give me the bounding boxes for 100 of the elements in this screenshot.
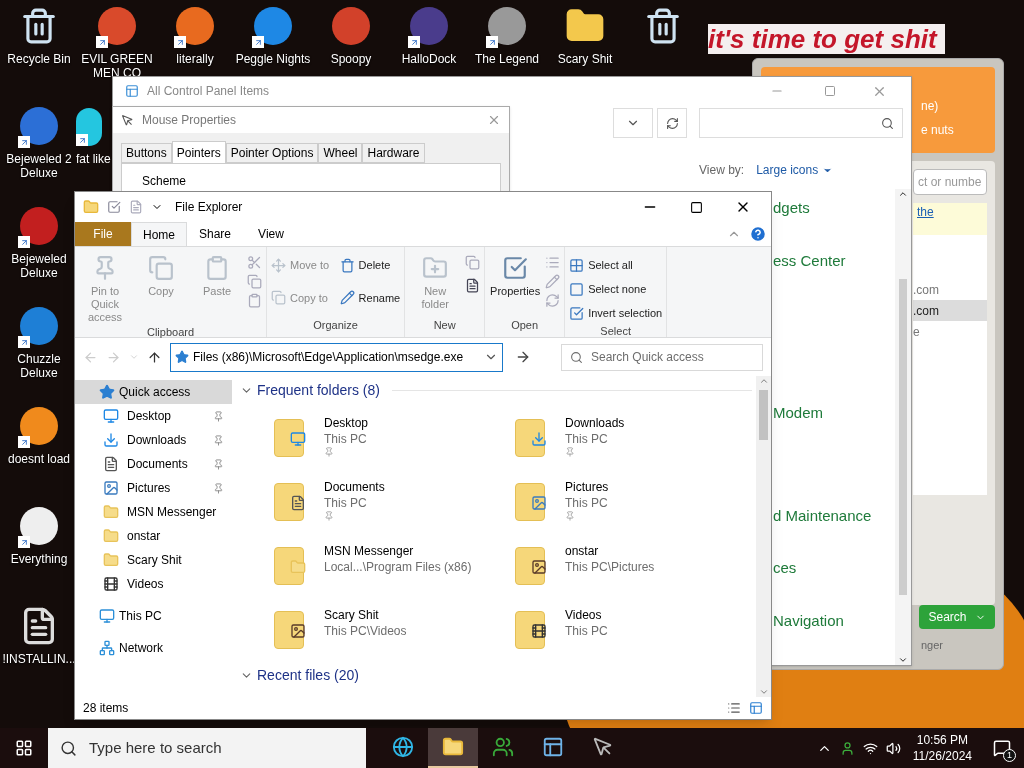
- dialog-tab[interactable]: Hardware: [362, 143, 425, 163]
- control-panel-link[interactable]: Modem: [773, 402, 895, 425]
- desktop-icon-label[interactable]: literally: [176, 52, 214, 66]
- section-header[interactable]: Recent files (20): [257, 665, 359, 686]
- dialog-tab[interactable]: Pointers: [171, 141, 226, 163]
- app-icon: [176, 7, 214, 45]
- ribbon-button[interactable]: Select none: [569, 279, 663, 299]
- scissors-icon[interactable]: [247, 255, 262, 270]
- up-icon[interactable]: [147, 349, 162, 365]
- app-icon: [254, 7, 292, 45]
- list-icon[interactable]: [545, 255, 561, 270]
- person-icon[interactable]: [839, 740, 855, 756]
- desktop-icon-label[interactable]: Spoopy: [330, 52, 372, 66]
- desktop-icon-label[interactable]: !INSTALLIN...: [2, 652, 76, 666]
- paste-shortcut-icon[interactable]: [247, 293, 262, 308]
- picture-icon: [103, 480, 119, 496]
- desktop-icon-label[interactable]: HalloDock: [401, 52, 457, 66]
- network-icon[interactable]: [862, 740, 878, 756]
- folder-tile[interactable]: Scary Shit This PC\Videos: [270, 607, 511, 651]
- desktop-icon-label[interactable]: Scary Shit: [557, 52, 613, 66]
- scroll-down-icon[interactable]: [898, 655, 908, 665]
- contact-item[interactable]: .com: [913, 279, 987, 300]
- nav-item[interactable]: Desktop: [75, 404, 232, 428]
- details-view-icon[interactable]: [727, 701, 741, 715]
- folder-tile[interactable]: MSN Messenger Local...\Program Files (x86): [270, 543, 511, 587]
- folder-tile[interactable]: Pictures This PC: [511, 479, 752, 523]
- clock[interactable]: 10:56 PM 11/26/2024: [904, 732, 980, 764]
- scrollbar-thumb[interactable]: [899, 279, 907, 595]
- desktop-icon-label[interactable]: Chuzzle Deluxe: [0, 352, 78, 380]
- ribbon-button[interactable]: Select all: [569, 255, 663, 275]
- scrollbar[interactable]: [895, 189, 911, 665]
- new-folder-icon[interactable]: [129, 200, 143, 214]
- dialog-tab[interactable]: Pointer Options: [225, 143, 319, 163]
- refresh-button[interactable]: [657, 108, 687, 138]
- nav-item[interactable]: Scary Shit: [75, 548, 232, 572]
- control-panel-link[interactable]: Navigation: [773, 609, 895, 632]
- ribbon-tab[interactable]: Share: [187, 222, 243, 246]
- large-icons-view-icon[interactable]: [749, 701, 763, 715]
- star-icon: [99, 384, 115, 400]
- folder-tile[interactable]: Downloads This PC: [511, 415, 752, 459]
- easy-access-icon[interactable]: [465, 278, 481, 293]
- desktop-icon-label[interactable]: Peggle Nights: [235, 52, 311, 66]
- nav-item[interactable]: onstar: [75, 524, 232, 548]
- desktop-icon-label[interactable]: doesnt load: [7, 452, 71, 466]
- nav-item[interactable]: Downloads: [75, 428, 232, 452]
- folder-tile[interactable]: Documents This PC: [270, 479, 511, 523]
- help-icon[interactable]: [749, 225, 767, 243]
- dialog-tab[interactable]: Wheel: [318, 143, 363, 163]
- pointer-icon: [121, 113, 134, 127]
- ribbon-tab[interactable]: File: [75, 222, 131, 246]
- scrollbar[interactable]: [756, 376, 771, 697]
- folder-icon: [442, 736, 464, 758]
- nav-item[interactable]: Pictures: [75, 476, 232, 500]
- control-panel-link[interactable]: dgets: [773, 197, 895, 220]
- folder-tile[interactable]: Videos This PC: [511, 607, 752, 651]
- search-field[interactable]: [699, 108, 903, 138]
- history-icon[interactable]: [545, 293, 561, 308]
- desktop-icon-label[interactable]: Recycle Bin: [7, 52, 71, 66]
- ribbon-tab[interactable]: Home: [131, 222, 187, 246]
- control-panel-link[interactable]: ess Center: [773, 249, 895, 272]
- maximize-icon[interactable]: [690, 200, 703, 214]
- go-icon[interactable]: [515, 349, 531, 365]
- ribbon-button[interactable]: Rename: [339, 287, 401, 308]
- control-panel-link[interactable]: ces: [773, 557, 895, 580]
- address-field[interactable]: Files (x86)\Microsoft\Edge\Application\msedge.exe: [170, 342, 503, 372]
- ribbon-button[interactable]: Properties: [489, 251, 542, 317]
- scroll-up-icon[interactable]: [898, 189, 908, 199]
- new-item-icon[interactable]: [465, 255, 481, 270]
- notifications-button[interactable]: 1: [980, 728, 1024, 768]
- desktop-icon-label[interactable]: The Legend: [474, 52, 540, 66]
- copy-path-icon[interactable]: [247, 274, 262, 289]
- desktop-icon-label[interactable]: fat like: [76, 152, 111, 166]
- nav-item[interactable]: Documents: [75, 452, 232, 476]
- nav-item[interactable]: Quick access: [75, 380, 232, 404]
- edit-icon[interactable]: [545, 274, 561, 289]
- star-icon: [175, 350, 189, 364]
- properties-icon[interactable]: [107, 200, 121, 214]
- folder-tile[interactable]: Desktop This PC: [270, 415, 511, 459]
- ribbon-button[interactable]: Delete: [339, 255, 401, 275]
- contact-item[interactable]: .com: [913, 300, 987, 321]
- ribbon-tab[interactable]: View: [243, 222, 299, 246]
- nav-item[interactable]: This PC: [75, 604, 232, 628]
- view-by-dropdown[interactable]: Large icons: [756, 161, 834, 179]
- desktop-icon-label[interactable]: Bejeweled Deluxe: [0, 252, 78, 280]
- contact-item[interactable]: e: [913, 321, 987, 342]
- nav-item[interactable]: Network: [75, 636, 232, 660]
- scrollbar-thumb[interactable]: [759, 390, 768, 440]
- app-icon: [20, 507, 58, 545]
- section-header[interactable]: Frequent folders (8): [257, 380, 380, 401]
- taskbar-search-field[interactable]: Type here to search: [48, 728, 366, 768]
- ribbon-button[interactable]: Invert selection: [569, 303, 663, 323]
- dialog-tab[interactable]: Buttons: [121, 143, 172, 163]
- control-panel-link[interactable]: d Maintenance: [773, 504, 895, 527]
- nav-item[interactable]: Videos: [75, 572, 232, 596]
- volume-icon[interactable]: [885, 740, 901, 756]
- taskbar-app-button[interactable]: [428, 728, 478, 768]
- search-field[interactable]: Search Quick access: [561, 343, 763, 371]
- folder-tile[interactable]: onstar This PC\Pictures: [511, 543, 752, 587]
- desktop-icon-label[interactable]: Everything: [10, 552, 68, 566]
- nav-item[interactable]: MSN Messenger: [75, 500, 232, 524]
